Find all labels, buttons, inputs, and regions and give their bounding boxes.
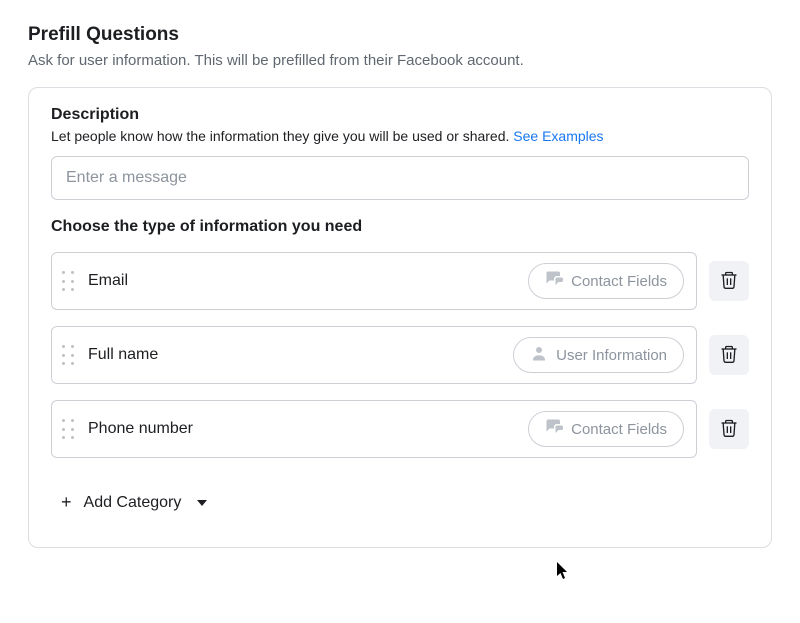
delete-field-button[interactable] [709,261,749,301]
user-icon [530,344,548,366]
delete-field-button[interactable] [709,409,749,449]
field-row: Phone number Contact Fields [51,400,749,458]
field-item-email[interactable]: Email Contact Fields [51,252,697,310]
field-row: Email Contact Fields [51,252,749,310]
cursor-icon [556,562,570,585]
trash-icon [719,418,739,441]
plus-icon: + [61,492,72,513]
category-pill: Contact Fields [528,411,684,447]
field-item-phone[interactable]: Phone number Contact Fields [51,400,697,458]
category-pill: User Information [513,337,684,373]
field-item-fullname[interactable]: Full name User Information [51,326,697,384]
drag-handle-icon[interactable] [62,419,74,439]
field-row: Full name User Information [51,326,749,384]
delete-field-button[interactable] [709,335,749,375]
description-title: Description [51,106,749,124]
page-title: Prefill Questions [28,24,772,46]
chat-icon [545,418,563,440]
add-category-label: Add Category [84,494,182,512]
description-help: Let people know how the information they… [51,128,749,144]
category-pill: Contact Fields [528,263,684,299]
trash-icon [719,344,739,367]
chevron-down-icon [197,500,207,506]
description-input[interactable] [51,156,749,200]
category-pill-label: User Information [556,347,667,364]
description-help-text: Let people know how the information they… [51,128,513,144]
drag-handle-icon[interactable] [62,271,74,291]
page-subtitle: Ask for user information. This will be p… [28,52,772,69]
field-label: Phone number [88,420,193,438]
see-examples-link[interactable]: See Examples [513,128,603,144]
category-pill-label: Contact Fields [571,421,667,438]
field-label: Full name [88,346,158,364]
drag-handle-icon[interactable] [62,345,74,365]
chat-icon [545,270,563,292]
choose-info-title: Choose the type of information you need [51,218,749,236]
prefill-card: Description Let people know how the info… [28,87,772,548]
category-pill-label: Contact Fields [571,273,667,290]
add-category-button[interactable]: + Add Category [55,482,213,523]
trash-icon [719,270,739,293]
field-label: Email [88,272,128,290]
